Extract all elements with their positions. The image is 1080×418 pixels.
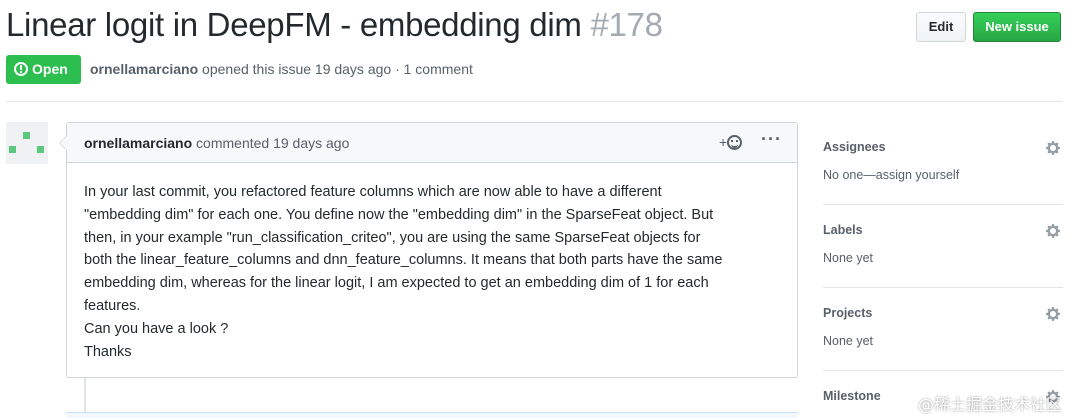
milestone-heading: Milestone [823,389,881,403]
status-badge: Open [6,55,81,84]
issue-meta: Open ornellamarciano opened this issue 1… [6,55,906,85]
issue-opened-icon [14,62,28,76]
avatar[interactable] [6,122,48,164]
issue-number: #178 [590,6,663,43]
projects-value: None yet [823,334,874,348]
issue-title: Linear logit in DeepFM - embedding dim #… [6,6,663,44]
comment-line: Can you have a look ? [84,320,229,337]
comment-header: ornellamarciano commented 19 days ago + … [67,123,797,163]
sidebar-divider [823,204,1063,205]
issue-title-text: Linear logit in DeepFM - embedding dim [6,6,582,43]
add-reaction-button[interactable]: + [719,134,743,150]
comment-line: embedding dim, whereas for the linear lo… [84,275,709,292]
issue-header: Linear logit in DeepFM - embedding dim #… [6,4,1076,54]
gear-icon[interactable] [1046,306,1062,322]
issue-author-link[interactable]: ornellamarciano [90,61,198,77]
comment-timestamp[interactable]: commented 19 days ago [196,135,349,151]
comment-line: Thanks [84,343,132,360]
comment-author-link[interactable]: ornellamarciano [84,135,192,151]
labels-heading: Labels [823,223,863,237]
assign-yourself-link[interactable]: No one—assign yourself [823,168,959,182]
comment-line: then, in your example "run_classificatio… [84,229,701,246]
comment-line: both the linear_feature_columns and dnn_… [84,252,723,269]
sidebar-divider [823,287,1063,288]
avatar-pixel [37,146,44,153]
status-badge-label: Open [32,61,68,77]
smiley-icon [727,135,743,150]
gear-icon[interactable] [1046,223,1062,239]
projects-heading: Projects [823,306,873,320]
labels-value: None yet [823,251,874,265]
edit-button[interactable]: Edit [916,12,966,42]
comment-body: In your last commit, you refactored feat… [84,181,784,363]
comment-line: In your last commit, you refactored feat… [84,184,662,200]
comment-line: features. [84,297,141,314]
comment-author-line: ornellamarciano commented 19 days ago [84,135,349,151]
comment-line: "embedding dim" for each one. You define… [84,206,714,223]
assignees-heading: Assignees [823,140,886,154]
issue-opened-text: opened this issue 19 days ago · 1 commen… [202,61,473,77]
header-divider [6,101,1062,102]
next-comment-box [66,412,798,418]
avatar-pixel [23,132,30,139]
watermark: @稀土掘金技术社区 [918,395,1063,414]
new-issue-button[interactable]: New issue [973,12,1061,42]
reaction-plus: + [719,134,728,150]
avatar-pixel [9,146,16,153]
sidebar-divider [823,370,1063,371]
issue-meta-text: ornellamarciano opened this issue 19 day… [90,61,473,77]
comment-options-button[interactable]: ··· [761,129,782,150]
comment-box: ornellamarciano commented 19 days ago + … [59,122,798,378]
gear-icon[interactable] [1046,140,1062,156]
